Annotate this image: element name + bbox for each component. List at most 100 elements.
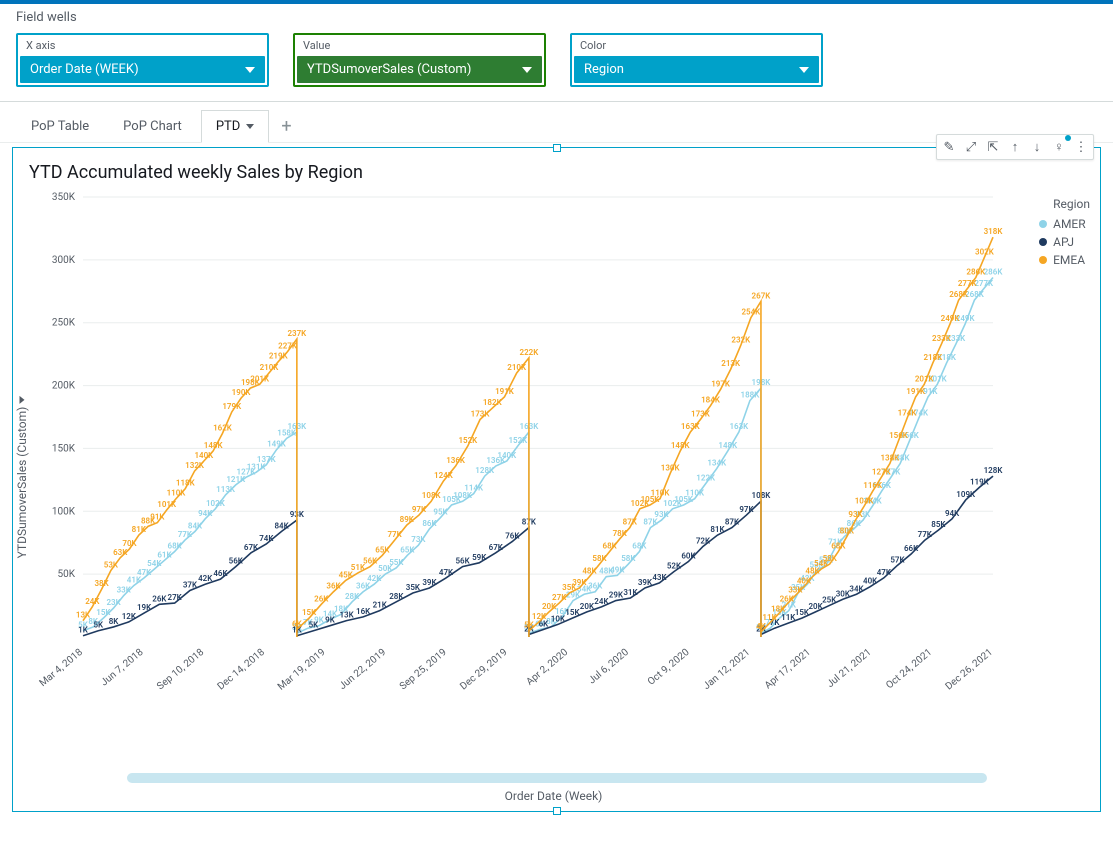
- svg-text:13K: 13K: [339, 611, 354, 620]
- svg-text:4K: 4K: [756, 622, 767, 631]
- field-wells-panel: Field wells X axis Order Date (WEEK) Val…: [0, 4, 1113, 102]
- svg-text:33K: 33K: [788, 586, 803, 595]
- svg-text:87K: 87K: [725, 518, 740, 527]
- svg-text:58K: 58K: [621, 554, 636, 563]
- svg-text:232K: 232K: [731, 335, 751, 344]
- color-pill[interactable]: Region: [574, 56, 819, 83]
- svg-text:127K: 127K: [872, 467, 892, 476]
- svg-text:95K: 95K: [433, 508, 448, 517]
- xaxis-pill[interactable]: Order Date (WEEK): [20, 56, 265, 83]
- legend-item-apj[interactable]: APJ: [1039, 235, 1090, 249]
- svg-text:77K: 77K: [918, 530, 933, 539]
- svg-text:163K: 163K: [681, 422, 701, 431]
- svg-text:101K: 101K: [157, 500, 177, 509]
- svg-text:122K: 122K: [696, 474, 716, 483]
- svg-text:213K: 213K: [721, 359, 741, 368]
- svg-text:67K: 67K: [489, 543, 504, 552]
- svg-text:Sep 25, 2019: Sep 25, 2019: [398, 647, 449, 692]
- svg-text:68K: 68K: [168, 542, 183, 551]
- svg-text:68K: 68K: [831, 542, 846, 551]
- svg-text:37K: 37K: [183, 580, 198, 589]
- svg-text:Mar 19, 2019: Mar 19, 2019: [276, 647, 328, 693]
- svg-text:13K: 13K: [76, 611, 91, 620]
- svg-text:33K: 33K: [117, 586, 132, 595]
- svg-text:102K: 102K: [206, 499, 226, 508]
- visual-container[interactable]: ✎ ⤢ ⇱ ↑ ↓ ♀ ⋮ YTD Accumulated weekly Sal…: [12, 147, 1101, 812]
- svg-text:36K: 36K: [326, 582, 341, 591]
- line-chart[interactable]: 50K100K150K200K250K300K350KMar 4, 2018Ju…: [13, 187, 1098, 717]
- value-well[interactable]: Value YTDSumoverSales (Custom): [293, 33, 546, 87]
- svg-text:65K: 65K: [375, 545, 390, 554]
- svg-text:Sep 10, 2018: Sep 10, 2018: [155, 647, 206, 693]
- svg-text:148K: 148K: [718, 441, 738, 450]
- tab-pop-table[interactable]: PoP Table: [16, 110, 104, 142]
- legend-item-emea[interactable]: EMEA: [1039, 253, 1090, 267]
- svg-text:Dec 26, 2021: Dec 26, 2021: [944, 647, 995, 693]
- svg-text:73K: 73K: [411, 535, 426, 544]
- svg-text:57K: 57K: [890, 555, 905, 564]
- legend-item-amer[interactable]: AMER: [1039, 217, 1090, 231]
- svg-text:46K: 46K: [213, 569, 228, 578]
- svg-text:80K: 80K: [840, 526, 855, 535]
- svg-text:55K: 55K: [389, 558, 404, 567]
- svg-text:277K: 277K: [958, 279, 978, 288]
- svg-text:200K: 200K: [52, 381, 76, 392]
- svg-text:28K: 28K: [389, 592, 404, 601]
- field-wells-title: Field wells: [16, 10, 1097, 25]
- tab-pop-chart[interactable]: PoP Chart: [108, 110, 197, 142]
- svg-text:128K: 128K: [984, 466, 1004, 475]
- svg-text:250K: 250K: [52, 318, 76, 329]
- zoom-scrollbar[interactable]: [127, 773, 987, 783]
- svg-text:39K: 39K: [638, 578, 653, 587]
- svg-text:89K: 89K: [400, 515, 415, 524]
- svg-text:85K: 85K: [931, 520, 946, 529]
- svg-text:227K: 227K: [278, 342, 298, 351]
- svg-text:140K: 140K: [497, 451, 517, 460]
- svg-text:6K: 6K: [292, 619, 303, 628]
- svg-text:174K: 174K: [898, 408, 918, 417]
- svg-text:130K: 130K: [661, 464, 681, 473]
- svg-text:113K: 113K: [216, 485, 236, 494]
- edit-icon[interactable]: ✎: [939, 137, 959, 157]
- legend-title: Region: [1053, 197, 1090, 211]
- value-well-label: Value: [295, 35, 544, 54]
- svg-text:68K: 68K: [603, 542, 618, 551]
- svg-text:67K: 67K: [244, 543, 259, 552]
- legend: Region AMER APJ EMEA: [1039, 197, 1090, 271]
- svg-text:94K: 94K: [198, 509, 213, 518]
- svg-text:47K: 47K: [137, 568, 152, 577]
- svg-text:68K: 68K: [632, 542, 647, 551]
- svg-text:118K: 118K: [176, 479, 196, 488]
- svg-text:58K: 58K: [592, 554, 607, 563]
- arrow-up-icon[interactable]: ↑: [1005, 137, 1025, 157]
- chevron-down-icon: [246, 124, 254, 129]
- tab-ptd[interactable]: PTD: [201, 110, 270, 143]
- expand-icon[interactable]: ⤢: [961, 137, 981, 157]
- arrow-down-icon[interactable]: ↓: [1027, 137, 1047, 157]
- svg-text:132K: 132K: [185, 461, 205, 470]
- svg-text:286K: 286K: [984, 267, 1004, 276]
- svg-text:36K: 36K: [588, 582, 603, 591]
- svg-text:Jul 6, 2020: Jul 6, 2020: [587, 647, 632, 687]
- svg-text:26K: 26K: [314, 594, 329, 603]
- svg-text:Dec 14, 2018: Dec 14, 2018: [216, 647, 268, 693]
- insights-icon[interactable]: ♀: [1049, 137, 1069, 157]
- svg-text:110K: 110K: [167, 489, 187, 498]
- svg-text:5K: 5K: [524, 621, 535, 630]
- color-well[interactable]: Color Region: [570, 33, 823, 87]
- value-pill[interactable]: YTDSumoverSales (Custom): [297, 56, 542, 83]
- svg-text:43K: 43K: [652, 573, 667, 582]
- xaxis-well[interactable]: X axis Order Date (WEEK): [16, 33, 269, 87]
- svg-text:249K: 249K: [941, 314, 961, 323]
- move-up-left-icon[interactable]: ⇱: [983, 137, 1003, 157]
- svg-text:173K: 173K: [471, 410, 491, 419]
- svg-text:156K: 156K: [889, 431, 909, 440]
- x-axis-label[interactable]: Order Date (Week): [505, 789, 609, 803]
- svg-text:218K: 218K: [923, 353, 943, 362]
- svg-text:21K: 21K: [373, 601, 388, 610]
- more-options-icon[interactable]: ⋮: [1071, 137, 1091, 157]
- add-sheet-button[interactable]: +: [273, 112, 299, 141]
- svg-text:8K: 8K: [109, 617, 120, 626]
- svg-text:27K: 27K: [552, 593, 567, 602]
- y-axis-label[interactable]: YTDSumoverSales (Custom): [15, 398, 29, 559]
